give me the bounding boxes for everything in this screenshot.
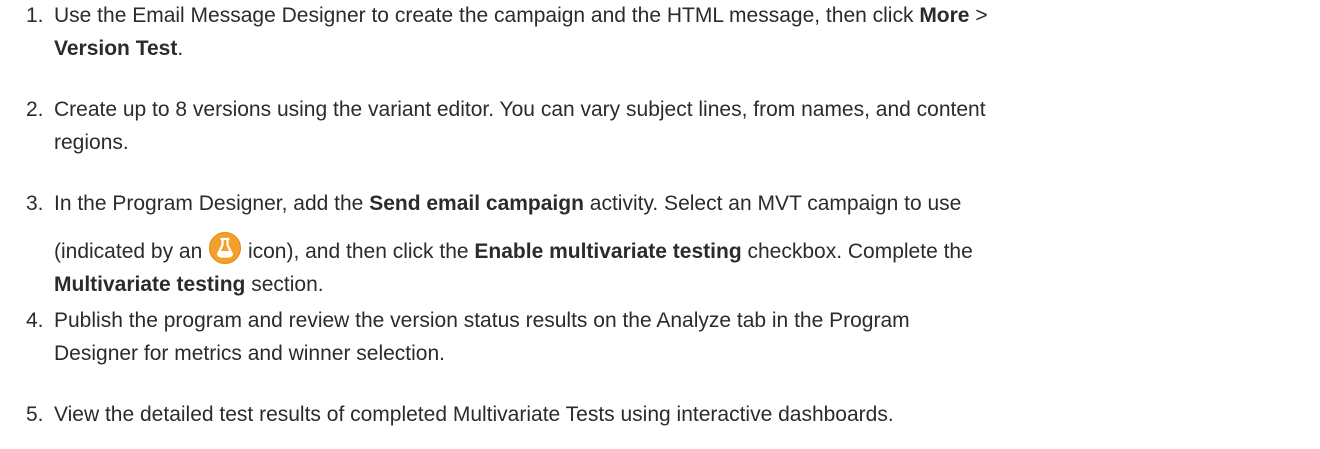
step-number: 5. <box>26 403 44 426</box>
mvt-flask-icon <box>209 232 242 264</box>
ui-term-version-test: Version Test <box>54 37 178 60</box>
step-text: In the Program Designer, add the Send em… <box>54 192 973 296</box>
ui-term-more: More <box>919 4 970 27</box>
ui-term-multivariate-testing: Multivariate testing <box>54 273 246 296</box>
step-text: Create up to 8 versions using the varian… <box>54 98 986 154</box>
ui-term-send-email-campaign: Send email campaign <box>369 192 584 215</box>
step-number: 4. <box>26 309 44 332</box>
step-text: View the detailed test results of comple… <box>54 403 894 426</box>
step-text: Publish the program and review the versi… <box>54 309 910 365</box>
step-number: 1. <box>26 4 44 27</box>
ui-term-enable-multivariate-testing: Enable multivariate testing <box>474 240 742 263</box>
step-number: 2. <box>26 98 44 121</box>
step-text: Use the Email Message Designer to create… <box>54 4 988 60</box>
step-number: 3. <box>26 192 44 215</box>
